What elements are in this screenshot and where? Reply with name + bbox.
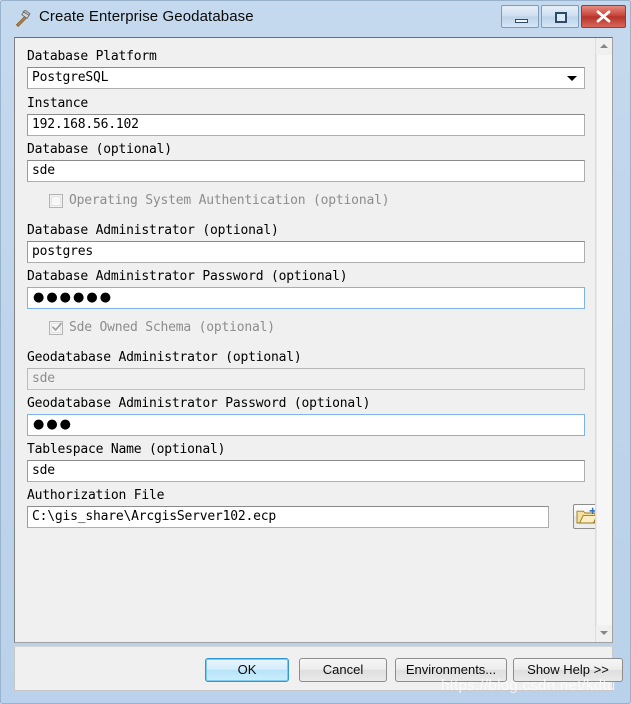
scrollbar-track[interactable] — [596, 55, 612, 625]
window-controls — [501, 5, 626, 28]
maximize-icon — [555, 12, 567, 23]
label-database-administrator: Database Administrator (optional) — [27, 223, 279, 238]
title-bar[interactable]: Create Enterprise Geodatabase — [1, 1, 631, 35]
label-database-administrator-password: Database Administrator Password (optiona… — [27, 269, 348, 284]
cancel-button[interactable]: Cancel — [299, 658, 387, 682]
field-instance: Instance — [27, 96, 88, 112]
database-administrator-password-input[interactable]: ●●●●●● — [27, 287, 585, 309]
label-geodatabase-administrator: Geodatabase Administrator (optional) — [27, 350, 302, 365]
open-folder-icon — [576, 507, 596, 524]
input-database-administrator-wrap: postgres — [27, 241, 585, 263]
database-administrator-input[interactable]: postgres — [27, 241, 585, 263]
geodatabase-administrator-input: sde — [27, 368, 585, 390]
field-geodatabase-administrator-password: Geodatabase Administrator Password (opti… — [27, 396, 370, 412]
input-tablespace-name-wrap: sde — [27, 460, 585, 482]
input-authorization-file-wrap: C:\gis_share\ArcgisServer102.ecp — [27, 506, 549, 528]
input-database-administrator-password-wrap: ●●●●●● — [27, 287, 585, 309]
label-geodatabase-administrator-password: Geodatabase Administrator Password (opti… — [27, 396, 371, 411]
scroll-up-button[interactable] — [596, 38, 612, 55]
browse-authorization-file-button[interactable] — [573, 504, 596, 529]
input-geodatabase-administrator-password-wrap: ●●● — [27, 414, 585, 436]
close-button[interactable] — [581, 5, 626, 28]
scroll-down-arrow-icon — [600, 631, 608, 635]
form-panel: Database Platform PostgreSQL Instance 19… — [14, 37, 613, 643]
input-instance-wrap: 192.168.56.102 — [27, 114, 585, 136]
field-database-administrator-password: Database Administrator Password (optiona… — [27, 269, 348, 285]
label-database: Database (optional) — [27, 142, 172, 157]
instance-input[interactable]: 192.168.56.102 — [27, 114, 585, 136]
vertical-scrollbar[interactable] — [595, 38, 612, 642]
checkbox-sde-owned-schema — [49, 321, 63, 335]
window-title: Create Enterprise Geodatabase — [39, 8, 254, 25]
password-mask: ●●●●●● — [33, 290, 114, 305]
scroll-up-arrow-icon — [600, 44, 608, 48]
maximize-button[interactable] — [541, 5, 579, 28]
form-scroll-area: Database Platform PostgreSQL Instance 19… — [15, 38, 596, 642]
hammer-tool-icon — [13, 8, 33, 28]
field-database: Database (optional) — [27, 142, 172, 158]
input-database-wrap: sde — [27, 160, 585, 182]
geodatabase-administrator-password-input[interactable]: ●●● — [27, 414, 585, 436]
label-database-platform: Database Platform — [27, 49, 157, 64]
password-mask: ●●● — [33, 417, 74, 432]
authorization-file-input[interactable]: C:\gis_share\ArcgisServer102.ecp — [27, 506, 549, 528]
dialog-window: Create Enterprise Geodatabase Database P… — [0, 0, 631, 704]
field-database-platform: Database Platform — [27, 49, 157, 65]
checkmark-icon — [52, 322, 62, 331]
ok-button[interactable]: OK — [205, 658, 289, 682]
close-icon — [596, 10, 611, 23]
scroll-down-button[interactable] — [596, 625, 612, 642]
chevron-down-icon[interactable] — [567, 76, 577, 81]
label-tablespace-name: Tablespace Name (optional) — [27, 442, 226, 457]
checkbox-os-authentication — [49, 194, 63, 208]
field-database-administrator: Database Administrator (optional) — [27, 223, 279, 239]
minimize-icon — [515, 19, 528, 23]
database-platform-value: PostgreSQL — [32, 70, 109, 85]
label-sde-owned-schema: Sde Owned Schema (optional) — [69, 320, 275, 335]
database-input[interactable]: sde — [27, 160, 585, 182]
label-instance: Instance — [27, 96, 89, 111]
combobox-database-platform[interactable]: PostgreSQL — [27, 67, 585, 89]
watermark-text: https://blog.csdn.net/kdtu — [441, 677, 616, 694]
label-authorization-file: Authorization File — [27, 488, 165, 503]
label-os-authentication: Operating System Authentication (optiona… — [69, 193, 390, 208]
tablespace-name-input[interactable]: sde — [27, 460, 585, 482]
field-authorization-file: Authorization File — [27, 488, 164, 504]
minimize-button[interactable] — [501, 5, 539, 28]
input-geodatabase-administrator-wrap: sde — [27, 368, 585, 390]
field-tablespace-name: Tablespace Name (optional) — [27, 442, 225, 458]
field-geodatabase-administrator: Geodatabase Administrator (optional) — [27, 350, 302, 366]
